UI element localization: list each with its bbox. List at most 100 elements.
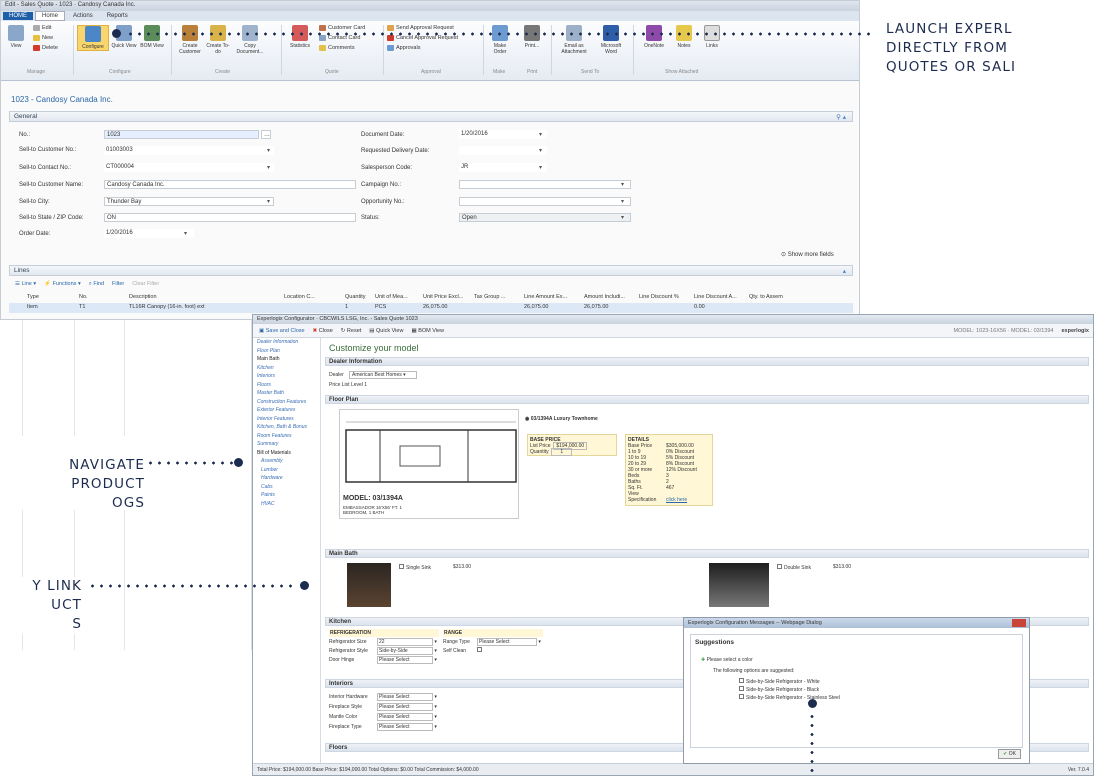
- sidebar-item-master-bath[interactable]: Master Bath: [253, 389, 320, 398]
- filter-button[interactable]: Filter: [112, 281, 124, 288]
- sidebar-item-construction[interactable]: Construction Features: [253, 398, 320, 407]
- general-fasttab[interactable]: General ⚲ ▴: [9, 111, 853, 122]
- sidebar-item-interiors[interactable]: Interiors: [253, 372, 320, 381]
- col-qty-assemble[interactable]: Qty. to Assem: [749, 294, 783, 300]
- interior-row[interactable]: Mantle Color Please Select ▾: [329, 713, 437, 721]
- salesperson-field[interactable]: JR: [459, 163, 547, 172]
- interior-row[interactable]: Fireplace Type Please Select ▾: [329, 723, 437, 731]
- chevron-down-icon[interactable]: ▾: [539, 147, 542, 154]
- col-description[interactable]: Description: [129, 294, 157, 300]
- quantity-field[interactable]: 1: [551, 448, 573, 456]
- col-line-discount-amt[interactable]: Line Discount A...: [694, 294, 737, 300]
- col-line-discount-pct[interactable]: Line Discount %: [639, 294, 679, 300]
- customer-name-field[interactable]: Candosy Canada Inc.: [104, 180, 356, 189]
- contact-no-field[interactable]: CT000004: [104, 163, 274, 172]
- col-location[interactable]: Location C...: [284, 294, 315, 300]
- no-field[interactable]: 1023: [104, 130, 259, 139]
- create-todo-button[interactable]: Create To-do: [205, 25, 231, 55]
- customer-card-button[interactable]: Customer Card: [319, 25, 365, 31]
- sidebar-item-interior-features[interactable]: Interior Features: [253, 415, 320, 424]
- quick-view-button[interactable]: ▤ Quick View: [369, 328, 403, 334]
- lookup-button[interactable]: …: [261, 130, 271, 139]
- sidebar-item-cabs[interactable]: Cabs: [253, 483, 320, 492]
- new-button[interactable]: New: [33, 35, 53, 41]
- opportunity-field[interactable]: [459, 197, 631, 206]
- show-more-link[interactable]: ⊙ Show more fields: [781, 251, 834, 258]
- delivery-date-field[interactable]: [459, 146, 547, 155]
- sidebar-item-bom[interactable]: Bill of Materials: [253, 449, 320, 458]
- tab-actions[interactable]: Actions: [67, 12, 99, 20]
- bom-view-button[interactable]: BOM View: [139, 25, 165, 49]
- chevron-down-icon[interactable]: ▾: [539, 164, 542, 171]
- col-unit-price[interactable]: Unit Price Excl...: [423, 294, 463, 300]
- main-bath-section[interactable]: Main Bath: [325, 549, 1089, 558]
- sidebar-item-exterior[interactable]: Exterior Features: [253, 406, 320, 415]
- comments-button[interactable]: Comments: [319, 45, 355, 51]
- approvals-button[interactable]: Approvals: [387, 45, 420, 51]
- col-no[interactable]: No.: [79, 294, 88, 300]
- col-tax-group[interactable]: Tax Group ...: [474, 294, 506, 300]
- ok-button[interactable]: ✔ OK: [998, 749, 1021, 759]
- dealer-section[interactable]: Dealer Information: [325, 357, 1089, 366]
- dealer-select[interactable]: American Best Homes ▾: [349, 371, 417, 379]
- option-black[interactable]: Side-by-Side Refrigerator - Black: [739, 686, 819, 693]
- functions-menu[interactable]: ⚡ Functions ▾: [44, 281, 81, 288]
- interior-row[interactable]: Fireplace Style Please Select ▾: [329, 703, 437, 711]
- view-button[interactable]: View: [3, 25, 29, 49]
- col-type[interactable]: Type: [27, 294, 39, 300]
- send-approval-button[interactable]: Send Approval Request: [387, 25, 454, 31]
- customer-no-field[interactable]: 01003003: [104, 146, 274, 155]
- statistics-button[interactable]: Statistics: [285, 25, 315, 49]
- print-button[interactable]: Print...: [519, 25, 545, 49]
- tab-reports[interactable]: Reports: [101, 12, 134, 20]
- chevron-down-icon[interactable]: ▾: [267, 164, 270, 171]
- sidebar-item-lumber[interactable]: Lumber: [253, 466, 320, 475]
- floor-plan-section[interactable]: Floor Plan: [325, 395, 1089, 404]
- word-button[interactable]: Microsoft Word: [595, 25, 627, 55]
- create-customer-button[interactable]: Create Customer: [177, 25, 203, 55]
- city-field[interactable]: Thunder Bay: [104, 197, 274, 206]
- kitchen-row[interactable]: Door Hinge Please Select ▾: [329, 656, 437, 664]
- col-line-amount[interactable]: Line Amount Ex...: [524, 294, 567, 300]
- chevron-down-icon[interactable]: ▾: [267, 147, 270, 154]
- chevron-down-icon[interactable]: ▾: [267, 198, 270, 205]
- table-row[interactable]: Item T1 TL16R Canopy (16-in. foot) ext 1…: [9, 303, 853, 313]
- delete-button[interactable]: Delete: [33, 45, 58, 51]
- chevron-down-icon[interactable]: ▾: [621, 181, 624, 188]
- option-stainless[interactable]: Side-by-Side Refrigerator - Stainless St…: [739, 694, 840, 701]
- model-radio[interactable]: ◉ 03/1394A Luxury Townhome: [525, 416, 598, 422]
- col-uom[interactable]: Unit of Mea...: [375, 294, 408, 300]
- sidebar-item-summary[interactable]: Summary: [253, 440, 320, 449]
- sidebar-item-hardware[interactable]: Hardware: [253, 474, 320, 483]
- sidebar-item-kitchen[interactable]: Kitchen: [253, 364, 320, 373]
- reset-button[interactable]: ↻ Reset: [341, 328, 362, 334]
- lines-fasttab[interactable]: Lines ▴: [9, 265, 853, 276]
- kitchen-row[interactable]: Refrigerator Size 22 ▾: [329, 638, 437, 646]
- close-button[interactable]: ✖ Close: [313, 328, 333, 334]
- sidebar-item-hvac[interactable]: HVAC: [253, 500, 320, 509]
- document-date-field[interactable]: 1/20/2016: [459, 130, 547, 139]
- range-row[interactable]: Range Type Please Select ▾: [443, 638, 541, 646]
- interior-row[interactable]: Interior Hardware Please Select ▾: [329, 693, 437, 701]
- find-button[interactable]: ⌕ Find: [89, 281, 104, 288]
- double-sink-option[interactable]: Double Sink: [777, 564, 811, 571]
- sidebar-item-assembly[interactable]: Assembly: [253, 457, 320, 466]
- copy-document-button[interactable]: Copy Document...: [233, 25, 267, 55]
- range-row[interactable]: Self Clean: [443, 647, 484, 654]
- edit-button[interactable]: Edit: [33, 25, 51, 31]
- configure-button[interactable]: Configure: [77, 25, 109, 51]
- notes-button[interactable]: Notes: [671, 25, 697, 49]
- sidebar-item-floor-plan[interactable]: Floor Plan: [253, 347, 320, 356]
- option-white[interactable]: Side-by-Side Refrigerator - White: [739, 678, 820, 685]
- sidebar-item-paints[interactable]: Paints: [253, 491, 320, 500]
- links-button[interactable]: Links: [699, 25, 725, 49]
- chevron-down-icon[interactable]: ▾: [539, 131, 542, 138]
- make-order-button[interactable]: Make Order: [487, 25, 513, 55]
- single-sink-option[interactable]: Single Sink: [399, 564, 431, 571]
- sidebar-item-main-bath[interactable]: Main Bath: [253, 355, 320, 364]
- col-amount-incl[interactable]: Amount Includi...: [584, 294, 625, 300]
- line-menu[interactable]: ☰ Line ▾: [15, 281, 36, 288]
- tab-file[interactable]: HOME: [3, 12, 33, 20]
- close-icon[interactable]: [1012, 619, 1026, 627]
- onenote-button[interactable]: OneNote: [641, 25, 667, 49]
